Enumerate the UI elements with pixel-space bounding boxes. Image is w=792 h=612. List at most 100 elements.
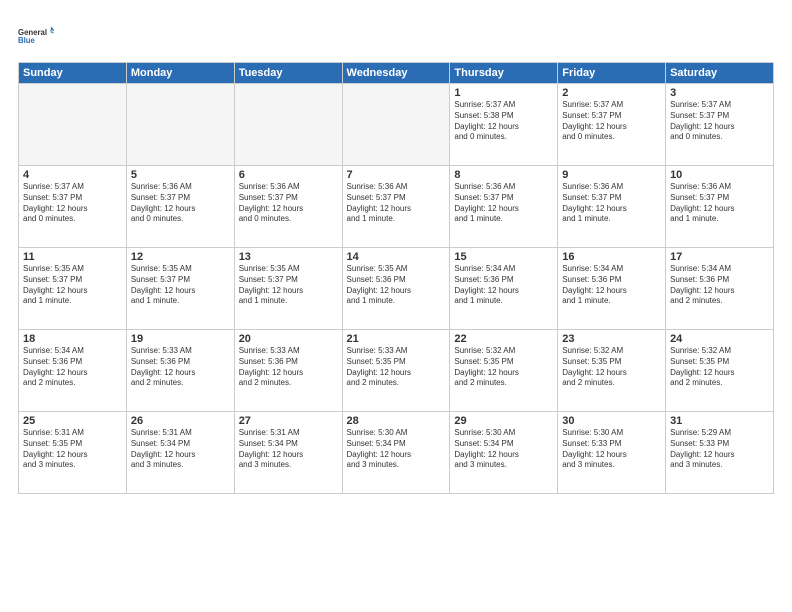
calendar-cell: 2Sunrise: 5:37 AM Sunset: 5:37 PM Daylig… (558, 84, 666, 166)
day-info: Sunrise: 5:34 AM Sunset: 5:36 PM Dayligh… (670, 264, 769, 307)
day-info: Sunrise: 5:37 AM Sunset: 5:37 PM Dayligh… (23, 182, 122, 225)
calendar-cell (234, 84, 342, 166)
calendar-cell: 7Sunrise: 5:36 AM Sunset: 5:37 PM Daylig… (342, 166, 450, 248)
day-info: Sunrise: 5:37 AM Sunset: 5:37 PM Dayligh… (562, 100, 661, 143)
day-info: Sunrise: 5:34 AM Sunset: 5:36 PM Dayligh… (23, 346, 122, 389)
day-number: 19 (131, 333, 230, 345)
day-number: 25 (23, 415, 122, 427)
calendar-cell: 19Sunrise: 5:33 AM Sunset: 5:36 PM Dayli… (126, 330, 234, 412)
day-info: Sunrise: 5:34 AM Sunset: 5:36 PM Dayligh… (454, 264, 553, 307)
calendar-cell: 20Sunrise: 5:33 AM Sunset: 5:36 PM Dayli… (234, 330, 342, 412)
day-info: Sunrise: 5:32 AM Sunset: 5:35 PM Dayligh… (454, 346, 553, 389)
day-info: Sunrise: 5:30 AM Sunset: 5:33 PM Dayligh… (562, 428, 661, 471)
calendar-cell: 9Sunrise: 5:36 AM Sunset: 5:37 PM Daylig… (558, 166, 666, 248)
day-info: Sunrise: 5:32 AM Sunset: 5:35 PM Dayligh… (562, 346, 661, 389)
day-number: 6 (239, 169, 338, 181)
calendar-weekday-friday: Friday (558, 63, 666, 84)
day-number: 14 (347, 251, 446, 263)
day-number: 7 (347, 169, 446, 181)
day-info: Sunrise: 5:30 AM Sunset: 5:34 PM Dayligh… (347, 428, 446, 471)
day-number: 11 (23, 251, 122, 263)
calendar-cell: 23Sunrise: 5:32 AM Sunset: 5:35 PM Dayli… (558, 330, 666, 412)
calendar-cell: 24Sunrise: 5:32 AM Sunset: 5:35 PM Dayli… (666, 330, 774, 412)
svg-text:Blue: Blue (18, 36, 36, 45)
day-info: Sunrise: 5:33 AM Sunset: 5:36 PM Dayligh… (239, 346, 338, 389)
day-number: 22 (454, 333, 553, 345)
day-info: Sunrise: 5:36 AM Sunset: 5:37 PM Dayligh… (562, 182, 661, 225)
calendar-week-row: 18Sunrise: 5:34 AM Sunset: 5:36 PM Dayli… (19, 330, 774, 412)
calendar-week-row: 11Sunrise: 5:35 AM Sunset: 5:37 PM Dayli… (19, 248, 774, 330)
calendar-weekday-tuesday: Tuesday (234, 63, 342, 84)
calendar-weekday-wednesday: Wednesday (342, 63, 450, 84)
calendar-cell: 5Sunrise: 5:36 AM Sunset: 5:37 PM Daylig… (126, 166, 234, 248)
day-info: Sunrise: 5:34 AM Sunset: 5:36 PM Dayligh… (562, 264, 661, 307)
svg-text:General: General (18, 28, 47, 37)
calendar-weekday-sunday: Sunday (19, 63, 127, 84)
day-info: Sunrise: 5:36 AM Sunset: 5:37 PM Dayligh… (454, 182, 553, 225)
calendar-cell: 17Sunrise: 5:34 AM Sunset: 5:36 PM Dayli… (666, 248, 774, 330)
calendar-weekday-saturday: Saturday (666, 63, 774, 84)
day-info: Sunrise: 5:35 AM Sunset: 5:37 PM Dayligh… (131, 264, 230, 307)
day-info: Sunrise: 5:36 AM Sunset: 5:37 PM Dayligh… (239, 182, 338, 225)
day-number: 28 (347, 415, 446, 427)
calendar-cell: 11Sunrise: 5:35 AM Sunset: 5:37 PM Dayli… (19, 248, 127, 330)
calendar-cell: 31Sunrise: 5:29 AM Sunset: 5:33 PM Dayli… (666, 412, 774, 494)
calendar-cell: 29Sunrise: 5:30 AM Sunset: 5:34 PM Dayli… (450, 412, 558, 494)
day-info: Sunrise: 5:31 AM Sunset: 5:35 PM Dayligh… (23, 428, 122, 471)
calendar-cell: 22Sunrise: 5:32 AM Sunset: 5:35 PM Dayli… (450, 330, 558, 412)
calendar-cell: 8Sunrise: 5:36 AM Sunset: 5:37 PM Daylig… (450, 166, 558, 248)
day-number: 18 (23, 333, 122, 345)
calendar-week-row: 1Sunrise: 5:37 AM Sunset: 5:38 PM Daylig… (19, 84, 774, 166)
calendar-cell (19, 84, 127, 166)
day-info: Sunrise: 5:37 AM Sunset: 5:37 PM Dayligh… (670, 100, 769, 143)
calendar-cell: 10Sunrise: 5:36 AM Sunset: 5:37 PM Dayli… (666, 166, 774, 248)
calendar-weekday-monday: Monday (126, 63, 234, 84)
day-info: Sunrise: 5:36 AM Sunset: 5:37 PM Dayligh… (347, 182, 446, 225)
day-info: Sunrise: 5:31 AM Sunset: 5:34 PM Dayligh… (239, 428, 338, 471)
day-info: Sunrise: 5:30 AM Sunset: 5:34 PM Dayligh… (454, 428, 553, 471)
calendar-cell: 6Sunrise: 5:36 AM Sunset: 5:37 PM Daylig… (234, 166, 342, 248)
day-number: 27 (239, 415, 338, 427)
calendar-cell: 30Sunrise: 5:30 AM Sunset: 5:33 PM Dayli… (558, 412, 666, 494)
day-number: 20 (239, 333, 338, 345)
day-info: Sunrise: 5:32 AM Sunset: 5:35 PM Dayligh… (670, 346, 769, 389)
calendar-cell: 15Sunrise: 5:34 AM Sunset: 5:36 PM Dayli… (450, 248, 558, 330)
day-number: 26 (131, 415, 230, 427)
calendar-table: SundayMondayTuesdayWednesdayThursdayFrid… (18, 62, 774, 494)
header: General Blue (18, 18, 774, 54)
calendar-cell (342, 84, 450, 166)
calendar-cell: 14Sunrise: 5:35 AM Sunset: 5:36 PM Dayli… (342, 248, 450, 330)
day-info: Sunrise: 5:36 AM Sunset: 5:37 PM Dayligh… (131, 182, 230, 225)
calendar-cell: 1Sunrise: 5:37 AM Sunset: 5:38 PM Daylig… (450, 84, 558, 166)
day-number: 5 (131, 169, 230, 181)
day-info: Sunrise: 5:35 AM Sunset: 5:37 PM Dayligh… (23, 264, 122, 307)
day-number: 15 (454, 251, 553, 263)
logo-icon: General Blue (18, 18, 54, 54)
day-info: Sunrise: 5:36 AM Sunset: 5:37 PM Dayligh… (670, 182, 769, 225)
day-info: Sunrise: 5:37 AM Sunset: 5:38 PM Dayligh… (454, 100, 553, 143)
calendar-cell: 16Sunrise: 5:34 AM Sunset: 5:36 PM Dayli… (558, 248, 666, 330)
calendar-cell: 21Sunrise: 5:33 AM Sunset: 5:35 PM Dayli… (342, 330, 450, 412)
calendar-cell: 3Sunrise: 5:37 AM Sunset: 5:37 PM Daylig… (666, 84, 774, 166)
day-number: 10 (670, 169, 769, 181)
day-number: 31 (670, 415, 769, 427)
calendar-header-row: SundayMondayTuesdayWednesdayThursdayFrid… (19, 63, 774, 84)
calendar-cell: 12Sunrise: 5:35 AM Sunset: 5:37 PM Dayli… (126, 248, 234, 330)
day-number: 8 (454, 169, 553, 181)
day-number: 12 (131, 251, 230, 263)
calendar-cell (126, 84, 234, 166)
logo: General Blue (18, 18, 54, 54)
calendar-cell: 18Sunrise: 5:34 AM Sunset: 5:36 PM Dayli… (19, 330, 127, 412)
day-number: 30 (562, 415, 661, 427)
day-number: 21 (347, 333, 446, 345)
calendar-cell: 28Sunrise: 5:30 AM Sunset: 5:34 PM Dayli… (342, 412, 450, 494)
day-info: Sunrise: 5:35 AM Sunset: 5:36 PM Dayligh… (347, 264, 446, 307)
calendar-weekday-thursday: Thursday (450, 63, 558, 84)
day-number: 24 (670, 333, 769, 345)
day-number: 23 (562, 333, 661, 345)
calendar-cell: 26Sunrise: 5:31 AM Sunset: 5:34 PM Dayli… (126, 412, 234, 494)
calendar-cell: 4Sunrise: 5:37 AM Sunset: 5:37 PM Daylig… (19, 166, 127, 248)
calendar-week-row: 25Sunrise: 5:31 AM Sunset: 5:35 PM Dayli… (19, 412, 774, 494)
day-number: 13 (239, 251, 338, 263)
day-info: Sunrise: 5:33 AM Sunset: 5:36 PM Dayligh… (131, 346, 230, 389)
